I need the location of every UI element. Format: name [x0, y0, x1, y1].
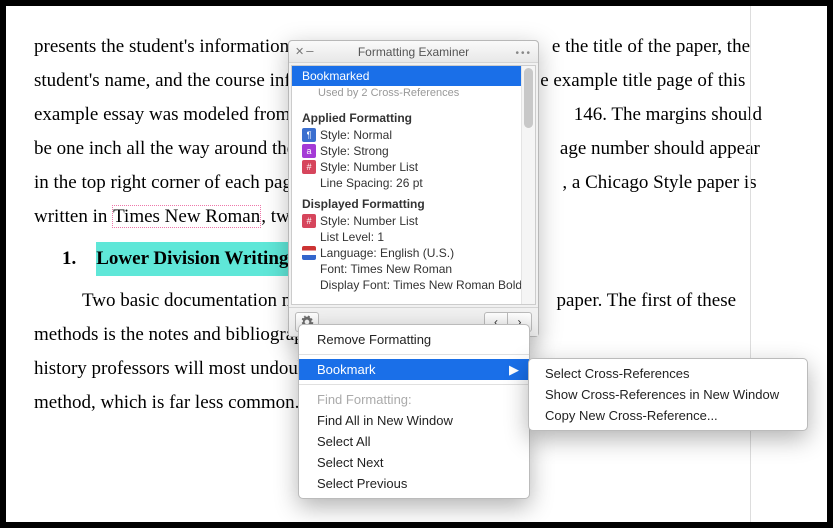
- panel-title: Formatting Examiner: [358, 45, 469, 59]
- menu-bookmark-label: Bookmark: [317, 362, 376, 377]
- list-number: 1.: [62, 242, 76, 276]
- body-text: , a Chicago Style paper is: [562, 172, 756, 193]
- menu-select-next[interactable]: Select Next: [299, 452, 529, 473]
- menu-find-all[interactable]: Find All in New Window: [299, 410, 529, 431]
- menu-select-all[interactable]: Select All: [299, 431, 529, 452]
- margin-guide: [750, 6, 751, 522]
- list-level-row[interactable]: List Level: 1: [292, 229, 535, 245]
- menu-bookmark[interactable]: Bookmark ▶: [299, 359, 529, 380]
- panel-menu-icon[interactable]: •••: [515, 48, 532, 59]
- font-row[interactable]: Font: Times New Roman: [292, 261, 535, 277]
- body-text: history professors will most undoubte: [34, 358, 321, 379]
- menu-find-heading: Find Formatting:: [299, 389, 529, 410]
- font-label: Font: Times New Roman: [320, 262, 452, 276]
- menu-select-previous[interactable]: Select Previous: [299, 473, 529, 494]
- style-label: Style: Normal: [320, 128, 392, 142]
- panel-titlebar[interactable]: ✕ – Formatting Examiner •••: [289, 41, 538, 63]
- minimize-icon[interactable]: –: [306, 43, 313, 58]
- highlighted-heading: Lower Division Writing: [96, 242, 288, 276]
- submenu-show-xrefs[interactable]: Show Cross-References in New Window: [529, 384, 807, 405]
- scrollbar[interactable]: [521, 66, 535, 304]
- line-spacing-row[interactable]: Line Spacing: 26 pt: [292, 175, 535, 191]
- body-text: age number should appear: [560, 138, 760, 159]
- style-row[interactable]: # Style: Number List: [292, 213, 535, 229]
- bookmarked-row[interactable]: Bookmarked: [292, 66, 535, 86]
- body-text: example essay was modeled from F: [34, 104, 306, 125]
- body-text: methods is the notes and bibliography: [34, 324, 323, 345]
- language-label: Language: English (U.S.): [320, 246, 454, 260]
- line-spacing-label: Line Spacing: 26 pt: [320, 176, 423, 190]
- style-row[interactable]: a Style: Strong: [292, 143, 535, 159]
- displayed-formatting-heading: Displayed Formatting: [292, 191, 535, 213]
- formatting-examiner-panel[interactable]: ✕ – Formatting Examiner ••• Bookmarked U…: [288, 40, 539, 337]
- bookmark-submenu[interactable]: Select Cross-References Show Cross-Refer…: [528, 358, 808, 431]
- list-level-label: List Level: 1: [320, 230, 384, 244]
- body-text: method, which is far less common. Th: [34, 392, 325, 413]
- bookmarked-label: Bookmarked: [302, 69, 369, 83]
- style-label: Style: Number List: [320, 214, 418, 228]
- list-style-icon: #: [302, 214, 316, 228]
- scrollbar-thumb[interactable]: [524, 68, 533, 128]
- menu-remove-formatting[interactable]: Remove Formatting: [299, 329, 529, 350]
- body-text: 146. The margins should: [574, 104, 762, 125]
- style-label: Style: Strong: [320, 144, 389, 158]
- gear-dropdown-menu[interactable]: Remove Formatting Bookmark ▶ Find Format…: [298, 324, 530, 499]
- panel-body: Bookmarked Used by 2 Cross-References Ap…: [291, 65, 536, 305]
- submenu-copy-xref[interactable]: Copy New Cross-Reference...: [529, 405, 807, 426]
- paragraph-icon: ¶: [302, 128, 316, 142]
- style-label: Style: Number List: [320, 160, 418, 174]
- language-row[interactable]: Language: English (U.S.): [292, 245, 535, 261]
- body-text: student's name, and the course info: [34, 70, 300, 91]
- menu-separator: [299, 384, 529, 385]
- submenu-select-xrefs[interactable]: Select Cross-References: [529, 363, 807, 384]
- character-style-icon: a: [302, 144, 316, 158]
- style-row[interactable]: ¶ Style: Normal: [292, 127, 535, 143]
- flag-icon: [302, 246, 316, 260]
- menu-separator: [299, 354, 529, 355]
- display-font-label: Display Font: Times New Roman Bold: [320, 278, 522, 292]
- display-font-row[interactable]: Display Font: Times New Roman Bold: [292, 277, 535, 293]
- list-style-icon: #: [302, 160, 316, 174]
- body-text: e example title page of this: [540, 70, 745, 91]
- chevron-right-icon: ▶: [509, 362, 519, 378]
- body-text: written in: [34, 206, 112, 227]
- bookmarked-subtext: Used by 2 Cross-References: [292, 86, 535, 105]
- style-row[interactable]: # Style: Number List: [292, 159, 535, 175]
- field-placeholder[interactable]: Times New Roman: [112, 205, 261, 228]
- body-text: be one inch all the way around the: [34, 138, 300, 159]
- applied-formatting-heading: Applied Formatting: [292, 105, 535, 127]
- body-text: paper. The first of these: [556, 290, 736, 311]
- close-icon[interactable]: ✕: [295, 45, 304, 60]
- body-text: presents the student's information.: [34, 36, 294, 57]
- body-text: e the title of the paper, the: [552, 36, 750, 57]
- body-text: Two basic documentation m: [82, 290, 296, 311]
- body-text: in the top right corner of each page: [34, 172, 300, 193]
